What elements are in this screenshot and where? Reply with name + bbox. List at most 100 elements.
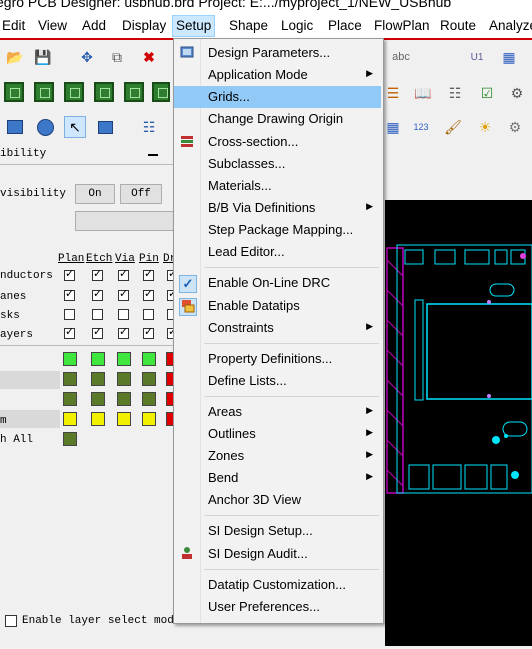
menu-item-enable-datatips[interactable]: Enable Datatips bbox=[174, 295, 381, 317]
checkbox[interactable] bbox=[118, 267, 129, 281]
menu-item-si-design-audit[interactable]: SI Design Audit... bbox=[174, 543, 381, 565]
menu-item-grids[interactable]: Grids... bbox=[174, 86, 381, 108]
circle-icon[interactable] bbox=[34, 116, 56, 138]
menu-item-zones[interactable]: Zones ▶ bbox=[174, 445, 381, 467]
layer-filter6-icon[interactable] bbox=[152, 82, 170, 102]
layer-filter-icon[interactable] bbox=[4, 82, 24, 102]
menu-analyze[interactable]: Analyze bbox=[489, 16, 532, 36]
panel-minimize-icon[interactable] bbox=[148, 154, 158, 156]
color-swatch[interactable] bbox=[63, 352, 77, 366]
menu-flowplan[interactable]: FlowPlan bbox=[374, 16, 430, 36]
delete-icon[interactable]: ✖ bbox=[138, 46, 160, 68]
checkbox[interactable] bbox=[143, 325, 154, 339]
color-swatch[interactable] bbox=[117, 352, 131, 366]
color-swatch[interactable] bbox=[142, 412, 156, 426]
menu-place[interactable]: Place bbox=[328, 16, 362, 36]
checkbox[interactable] bbox=[143, 309, 154, 320]
color-swatch[interactable] bbox=[63, 372, 77, 386]
checkbox[interactable] bbox=[64, 287, 75, 301]
checkbox[interactable] bbox=[64, 325, 75, 339]
menu-item-application-mode[interactable]: Application Mode ▶ bbox=[174, 64, 381, 86]
visibility-on-button[interactable]: On bbox=[75, 184, 115, 204]
checkbox[interactable] bbox=[64, 309, 75, 320]
menu-item-datatip-customization[interactable]: Datatip Customization... bbox=[174, 574, 381, 596]
layer-filter5-icon[interactable] bbox=[124, 82, 144, 102]
book-icon[interactable]: 📖 bbox=[412, 82, 434, 104]
menu-item-design-parameters[interactable]: Design Parameters... bbox=[174, 42, 381, 64]
menu-logic[interactable]: Logic bbox=[281, 16, 313, 36]
settings-icon[interactable]: ⚙ bbox=[504, 116, 526, 138]
menu-item-define-lists[interactable]: Define Lists... bbox=[174, 370, 381, 392]
open-icon[interactable]: 📂 bbox=[4, 46, 26, 68]
color-swatch[interactable] bbox=[91, 352, 105, 366]
abc-icon[interactable]: abc bbox=[390, 46, 412, 68]
layer-filter3-icon[interactable] bbox=[64, 82, 84, 102]
list-icon[interactable]: ☷ bbox=[444, 82, 466, 104]
checkbox[interactable] bbox=[143, 287, 154, 301]
color-swatch[interactable] bbox=[117, 372, 131, 386]
sun-icon[interactable]: ☀ bbox=[474, 116, 496, 138]
menu-item-step-package-mapping[interactable]: Step Package Mapping... bbox=[174, 219, 381, 241]
color-swatch[interactable] bbox=[63, 392, 77, 406]
visibility-filter-field[interactable] bbox=[75, 211, 176, 231]
checkbox[interactable] bbox=[143, 267, 154, 281]
menu-item-change-drawing-origin[interactable]: Change Drawing Origin bbox=[174, 108, 381, 130]
color-swatch[interactable] bbox=[91, 412, 105, 426]
select-pointer-icon[interactable]: ↖ bbox=[64, 116, 86, 138]
color-swatch[interactable] bbox=[91, 372, 105, 386]
color-swatch[interactable] bbox=[117, 392, 131, 406]
report-icon[interactable]: ☰ bbox=[382, 82, 404, 104]
checkbox[interactable] bbox=[118, 287, 129, 301]
visibility-off-button[interactable]: Off bbox=[120, 184, 162, 204]
checkbox[interactable] bbox=[118, 309, 129, 320]
menu-item-constraints[interactable]: Constraints ▶ bbox=[174, 317, 381, 339]
move-icon[interactable]: ✥ bbox=[76, 46, 98, 68]
menu-view[interactable]: View bbox=[38, 16, 67, 36]
menu-item-lead-editor[interactable]: Lead Editor... bbox=[174, 241, 381, 263]
menu-setup[interactable]: Setup bbox=[172, 15, 216, 37]
color-swatch[interactable] bbox=[117, 412, 131, 426]
select-box-icon[interactable] bbox=[94, 116, 116, 138]
checkbox[interactable] bbox=[92, 325, 103, 339]
grid-icon[interactable]: ▦ bbox=[498, 46, 520, 68]
color-swatch[interactable] bbox=[142, 352, 156, 366]
checkbox[interactable] bbox=[118, 325, 129, 339]
save-icon[interactable]: 💾 bbox=[32, 46, 54, 68]
checkbox[interactable] bbox=[92, 287, 103, 301]
menu-edit[interactable]: Edit bbox=[2, 16, 25, 36]
menu-route[interactable]: Route bbox=[440, 16, 476, 36]
design-canvas[interactable] bbox=[385, 200, 532, 646]
menu-item-bend[interactable]: Bend ▶ bbox=[174, 467, 381, 489]
color-swatch[interactable] bbox=[63, 432, 77, 446]
menu-item-enable-online-drc[interactable]: ✓ Enable On-Line DRC bbox=[174, 272, 381, 294]
menu-display[interactable]: Display bbox=[122, 16, 166, 36]
menu-item-areas[interactable]: Areas ▶ bbox=[174, 401, 381, 423]
layer-filter2-icon[interactable] bbox=[34, 82, 54, 102]
columns-icon[interactable]: ☷ bbox=[138, 116, 160, 138]
color-swatch[interactable] bbox=[142, 372, 156, 386]
menu-shape[interactable]: Shape bbox=[229, 16, 268, 36]
ic-icon[interactable]: U1 bbox=[466, 46, 488, 68]
check-report-icon[interactable]: ☑ bbox=[476, 82, 498, 104]
menu-item-user-preferences[interactable]: User Preferences... bbox=[174, 596, 381, 618]
pattern-icon[interactable]: ▦ bbox=[382, 116, 404, 138]
color-swatch[interactable] bbox=[63, 412, 77, 426]
checkbox[interactable] bbox=[64, 267, 75, 281]
menu-item-outlines[interactable]: Outlines ▶ bbox=[174, 423, 381, 445]
tools-icon[interactable]: ⚙ bbox=[506, 82, 528, 104]
menu-item-property-definitions[interactable]: Property Definitions... bbox=[174, 348, 381, 370]
menu-item-bb-via-definitions[interactable]: B/B Via Definitions ▶ bbox=[174, 197, 381, 219]
color-swatch[interactable] bbox=[142, 392, 156, 406]
brush-icon[interactable]: 🖌 bbox=[442, 116, 464, 138]
menu-add[interactable]: Add bbox=[82, 16, 106, 36]
menu-item-materials[interactable]: Materials... bbox=[174, 175, 381, 197]
menu-item-si-design-setup[interactable]: SI Design Setup... bbox=[174, 520, 381, 542]
layer-select-checkbox[interactable] bbox=[5, 615, 17, 627]
checkbox[interactable] bbox=[92, 309, 103, 320]
menu-item-subclasses[interactable]: Subclasses... bbox=[174, 153, 381, 175]
color-swatch[interactable] bbox=[91, 392, 105, 406]
rectangle-icon[interactable] bbox=[4, 116, 26, 138]
copy-icon[interactable]: ⧉ bbox=[106, 46, 128, 68]
menu-item-cross-section[interactable]: Cross-section... bbox=[174, 131, 381, 153]
layer-filter4-icon[interactable] bbox=[94, 82, 114, 102]
